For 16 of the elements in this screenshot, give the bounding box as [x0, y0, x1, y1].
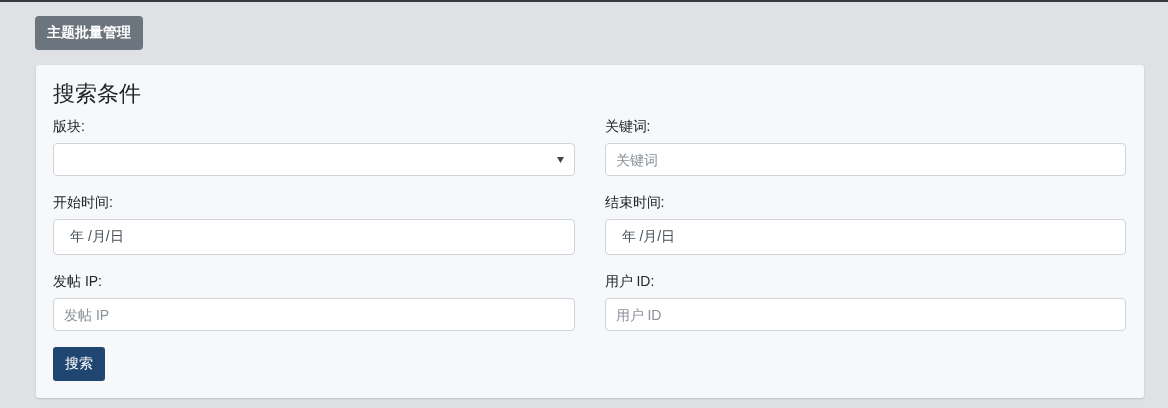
search-button[interactable]: 搜索 — [53, 347, 105, 381]
batch-manage-button[interactable]: 主题批量管理 — [35, 16, 143, 50]
input-field[interactable]: 用户 ID — [604, 298, 1126, 331]
field-label: 关键词: — [604, 117, 651, 135]
field-label: 用户 ID: — [604, 272, 655, 290]
field-label: 开始时间: — [53, 193, 113, 211]
field-label: 结束时间: — [604, 193, 665, 211]
date-field[interactable]: 年 /月/日 — [53, 219, 575, 255]
input-field[interactable]: 发帖 IP — [53, 298, 575, 331]
input-field[interactable]: 关键词 — [604, 143, 1126, 176]
forum-select[interactable] — [53, 143, 575, 176]
caret-icon — [556, 156, 564, 163]
card-title: 搜索条件 — [53, 80, 141, 108]
field-label: 发帖 IP: — [53, 272, 102, 290]
date-field[interactable]: 年 /月/日 — [604, 219, 1126, 255]
field-label: 版块: — [53, 117, 85, 135]
